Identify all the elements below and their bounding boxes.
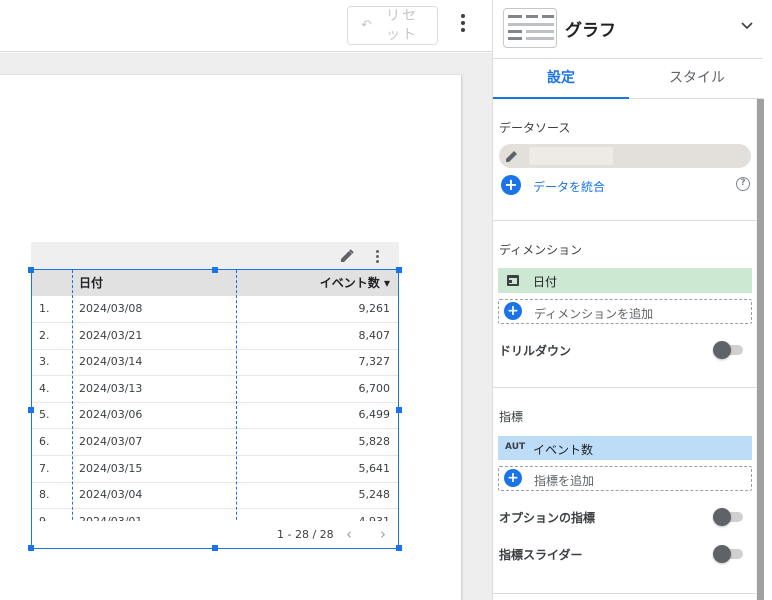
row-event-count: 9,261: [358, 302, 391, 315]
report-toolbar: ↶ リセット: [0, 0, 492, 52]
plus-icon: +: [504, 469, 522, 487]
section-divider: [493, 593, 756, 594]
row-date: 2024/03/21: [79, 328, 143, 342]
table-row[interactable]: 7. 2024/03/15 5,641: [32, 456, 398, 483]
row-index: 6.: [39, 435, 50, 448]
row-event-count: 7,327: [358, 355, 391, 369]
add-dimension-label: ディメンションを追加: [534, 307, 654, 321]
resize-handle[interactable]: [212, 267, 218, 273]
aggregation-badge: AUT: [505, 442, 526, 452]
plus-icon: +: [504, 302, 522, 320]
resize-handle[interactable]: [396, 267, 402, 273]
data-source-chip[interactable]: [499, 144, 751, 168]
row-index: 3.: [39, 355, 50, 369]
table-row[interactable]: 3. 2024/03/14 7,327: [32, 349, 398, 377]
data-source-label: データソース: [499, 121, 571, 135]
row-date: 2024/03/13: [79, 381, 143, 395]
drilldown-toggle[interactable]: [713, 341, 743, 359]
section-divider: [493, 220, 756, 221]
header-event-count[interactable]: イベント数 ▾: [236, 270, 398, 296]
properties-panel: グラフ 設定 スタイル データソース + データを統合 ? ディメンション 日付…: [492, 0, 772, 600]
chevron-left-icon[interactable]: ‹: [346, 525, 352, 543]
drilldown-label: ドリルダウン: [499, 344, 572, 358]
optional-metrics-label: オプションの指標: [499, 511, 596, 525]
tab-style[interactable]: スタイル: [629, 59, 765, 99]
resize-handle[interactable]: [28, 407, 34, 413]
calendar-icon: [507, 275, 519, 286]
row-event-count: 5,828: [358, 435, 391, 448]
header-date[interactable]: 日付: [72, 270, 236, 296]
more-vert-icon[interactable]: [456, 14, 470, 36]
pager-text: 1 - 28 / 28: [277, 528, 334, 541]
tab-setup[interactable]: 設定: [493, 59, 629, 99]
reset-button-label: リセット: [386, 8, 418, 43]
blend-data-link[interactable]: データを統合: [533, 178, 605, 195]
add-metric-button[interactable]: + 指標を追加: [498, 466, 752, 491]
table-row[interactable]: 2. 2024/03/21 8,407: [32, 323, 398, 350]
column-guide: [72, 270, 73, 548]
table-more-icon[interactable]: [372, 250, 382, 264]
add-dimension-button[interactable]: + ディメンションを追加: [498, 299, 752, 324]
data-table[interactable]: 日付 イベント数 ▾ 1. 2024/03/08 9,261 2. 2024/03/21…: [31, 269, 399, 549]
row-date: 2024/03/07: [79, 435, 143, 448]
row-index: 5.: [39, 408, 50, 422]
chevron-right-icon[interactable]: ›: [380, 525, 386, 543]
add-metric-label: 指標を追加: [534, 474, 595, 488]
table-row[interactable]: 5. 2024/03/06 6,499: [32, 402, 398, 430]
resize-handle[interactable]: [396, 545, 402, 551]
column-guide: [236, 270, 237, 548]
row-event-count: 5,641: [358, 461, 391, 475]
section-divider: [493, 387, 756, 388]
undo-icon: ↶: [361, 18, 372, 33]
metric-slider-toggle[interactable]: [713, 545, 743, 563]
row-event-count: 6,700: [358, 381, 391, 395]
row-date: 2024/03/04: [79, 488, 143, 502]
metric-chip-label: イベント数: [533, 443, 594, 457]
dimension-label: ディメンション: [499, 243, 583, 257]
panel-title: グラフ: [565, 21, 616, 41]
table-chart-icon[interactable]: [503, 8, 557, 48]
row-index: 4.: [39, 381, 50, 395]
plus-icon[interactable]: +: [501, 175, 521, 195]
data-source-name: [529, 147, 613, 165]
edit-pencil-icon[interactable]: [505, 149, 519, 163]
table-row[interactable]: 4. 2024/03/13 6,700: [32, 376, 398, 403]
chevron-down-icon[interactable]: [741, 20, 753, 32]
row-index: 7.: [39, 461, 50, 475]
row-event-count: 8,407: [358, 328, 391, 342]
scrollbar-thumb[interactable]: [757, 99, 764, 600]
resize-handle[interactable]: [28, 545, 34, 551]
table-row[interactable]: 8. 2024/03/04 5,248: [32, 482, 398, 510]
row-date: 2024/03/14: [79, 355, 143, 369]
help-icon[interactable]: ?: [736, 177, 750, 191]
header-index: [32, 270, 72, 296]
row-event-count: 5,248: [358, 488, 391, 502]
resize-handle[interactable]: [396, 407, 402, 413]
metric-chip[interactable]: AUT イベント数: [498, 436, 752, 460]
resize-handle[interactable]: [212, 545, 218, 551]
dimension-chip[interactable]: 日付: [498, 268, 752, 293]
row-index: 2.: [39, 328, 50, 342]
dimension-chip-label: 日付: [533, 275, 558, 289]
resize-handle[interactable]: [28, 267, 34, 273]
panel-tabs: 設定 スタイル: [493, 58, 763, 99]
row-index: 8.: [39, 488, 50, 502]
optional-metrics-toggle[interactable]: [713, 508, 743, 526]
row-date: 2024/03/15: [79, 461, 143, 475]
row-date: 2024/03/08: [79, 302, 143, 315]
table-row[interactable]: 1. 2024/03/08 9,261: [32, 296, 398, 323]
row-index: 1.: [39, 302, 50, 315]
row-date: 2024/03/06: [79, 408, 143, 422]
metric-slider-label: 指標スライダー: [499, 548, 583, 562]
table-row[interactable]: 6. 2024/03/07 5,828: [32, 429, 398, 456]
metric-label: 指標: [499, 410, 524, 424]
row-event-count: 6,499: [358, 408, 391, 422]
reset-button[interactable]: ↶ リセット: [347, 6, 438, 45]
edit-pencil-icon[interactable]: [340, 249, 354, 263]
